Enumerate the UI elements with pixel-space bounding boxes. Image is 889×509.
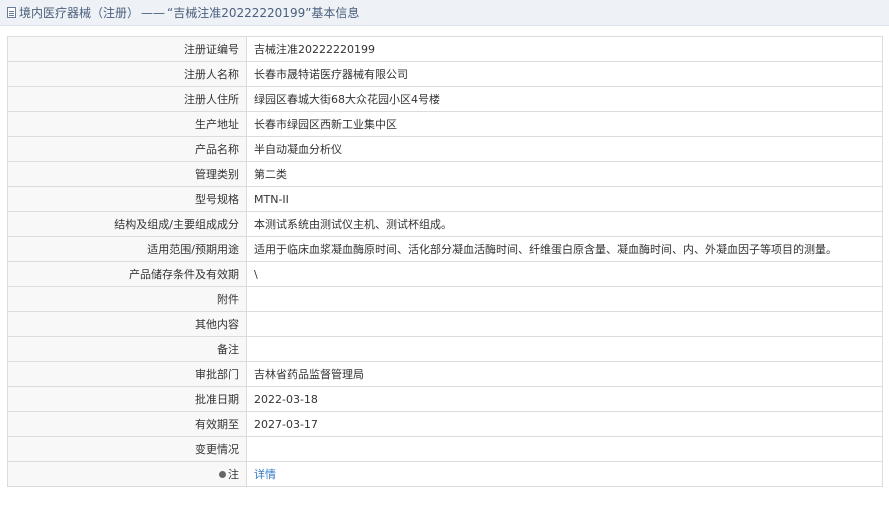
table-row: 注册人名称 长春市晟特诺医疗器械有限公司 — [7, 61, 883, 87]
header-separator: —— — [141, 5, 166, 20]
field-label: 注册人住所 — [7, 86, 247, 112]
field-label: 结构及组成/主要组成成分 — [7, 211, 247, 237]
field-value: 绿园区春城大街68大众花园小区4号楼 — [246, 86, 883, 112]
field-value — [246, 336, 883, 362]
field-value — [246, 436, 883, 462]
field-value: 本测试系统由测试仪主机、测试杯组成。 — [246, 211, 883, 237]
document-icon — [7, 7, 16, 18]
field-label: 管理类别 — [7, 161, 247, 187]
table-row: 产品储存条件及有效期 \ — [7, 261, 883, 287]
field-label: 有效期至 — [7, 411, 247, 437]
field-label: 变更情况 — [7, 436, 247, 462]
field-value: MTN-II — [246, 186, 883, 212]
field-label: 产品名称 — [7, 136, 247, 162]
table-row: 生产地址 长春市绿园区西新工业集中区 — [7, 111, 883, 137]
table-row: 其他内容 — [7, 311, 883, 337]
field-value — [246, 286, 883, 312]
table-row: 产品名称 半自动凝血分析仪 — [7, 136, 883, 162]
field-value: 第二类 — [246, 161, 883, 187]
table-row: 有效期至 2027-03-17 — [7, 411, 883, 437]
page-header: 境内医疗器械（注册） —— “吉械注准20222220199”基本信息 — [0, 0, 889, 26]
field-value: 半自动凝血分析仪 — [246, 136, 883, 162]
field-label: 批准日期 — [7, 386, 247, 412]
table-row: 变更情况 — [7, 436, 883, 462]
field-value: 2022-03-18 — [246, 386, 883, 412]
pin-icon — [219, 471, 226, 478]
note-label-cell: 注 — [7, 461, 247, 487]
field-value: 适用于临床血浆凝血酶原时间、活化部分凝血活酶时间、纤维蛋白原含量、凝血酶时间、内… — [246, 236, 883, 262]
field-value: 长春市绿园区西新工业集中区 — [246, 111, 883, 137]
table-row: 适用范围/预期用途 适用于临床血浆凝血酶原时间、活化部分凝血活酶时间、纤维蛋白原… — [7, 236, 883, 262]
field-label: 型号规格 — [7, 186, 247, 212]
details-link[interactable]: 详情 — [254, 468, 276, 481]
field-value: 吉林省药品监督管理局 — [246, 361, 883, 387]
table-row: 结构及组成/主要组成成分 本测试系统由测试仪主机、测试杯组成。 — [7, 211, 883, 237]
field-label: 备注 — [7, 336, 247, 362]
field-label: 产品储存条件及有效期 — [7, 261, 247, 287]
table-row: 审批部门 吉林省药品监督管理局 — [7, 361, 883, 387]
field-label: 生产地址 — [7, 111, 247, 137]
note-label: 注 — [228, 468, 239, 481]
table-row: 管理类别 第二类 — [7, 161, 883, 187]
field-label: 审批部门 — [7, 361, 247, 387]
field-value: 2027-03-17 — [246, 411, 883, 437]
field-value: \ — [246, 261, 883, 287]
table-row: 注册证编号 吉械注准20222220199 — [7, 36, 883, 62]
table-row: 附件 — [7, 286, 883, 312]
field-label: 适用范围/预期用途 — [7, 236, 247, 262]
note-row: 注 详情 — [7, 461, 883, 487]
table-row: 备注 — [7, 336, 883, 362]
basic-info-table: 注册证编号 吉械注准20222220199 注册人名称 长春市晟特诺医疗器械有限… — [7, 36, 883, 487]
note-value-cell: 详情 — [246, 461, 883, 487]
field-label: 注册人名称 — [7, 61, 247, 87]
header-section: 境内医疗器械（注册） — [19, 6, 140, 20]
field-value: 吉械注准20222220199 — [246, 36, 883, 62]
field-value: 长春市晟特诺医疗器械有限公司 — [246, 61, 883, 87]
header-record-title: “吉械注准20222220199”基本信息 — [167, 6, 360, 20]
field-label: 其他内容 — [7, 311, 247, 337]
field-label: 注册证编号 — [7, 36, 247, 62]
field-value — [246, 311, 883, 337]
table-row: 型号规格 MTN-II — [7, 186, 883, 212]
table-row: 注册人住所 绿园区春城大街68大众花园小区4号楼 — [7, 86, 883, 112]
field-label: 附件 — [7, 286, 247, 312]
table-row: 批准日期 2022-03-18 — [7, 386, 883, 412]
